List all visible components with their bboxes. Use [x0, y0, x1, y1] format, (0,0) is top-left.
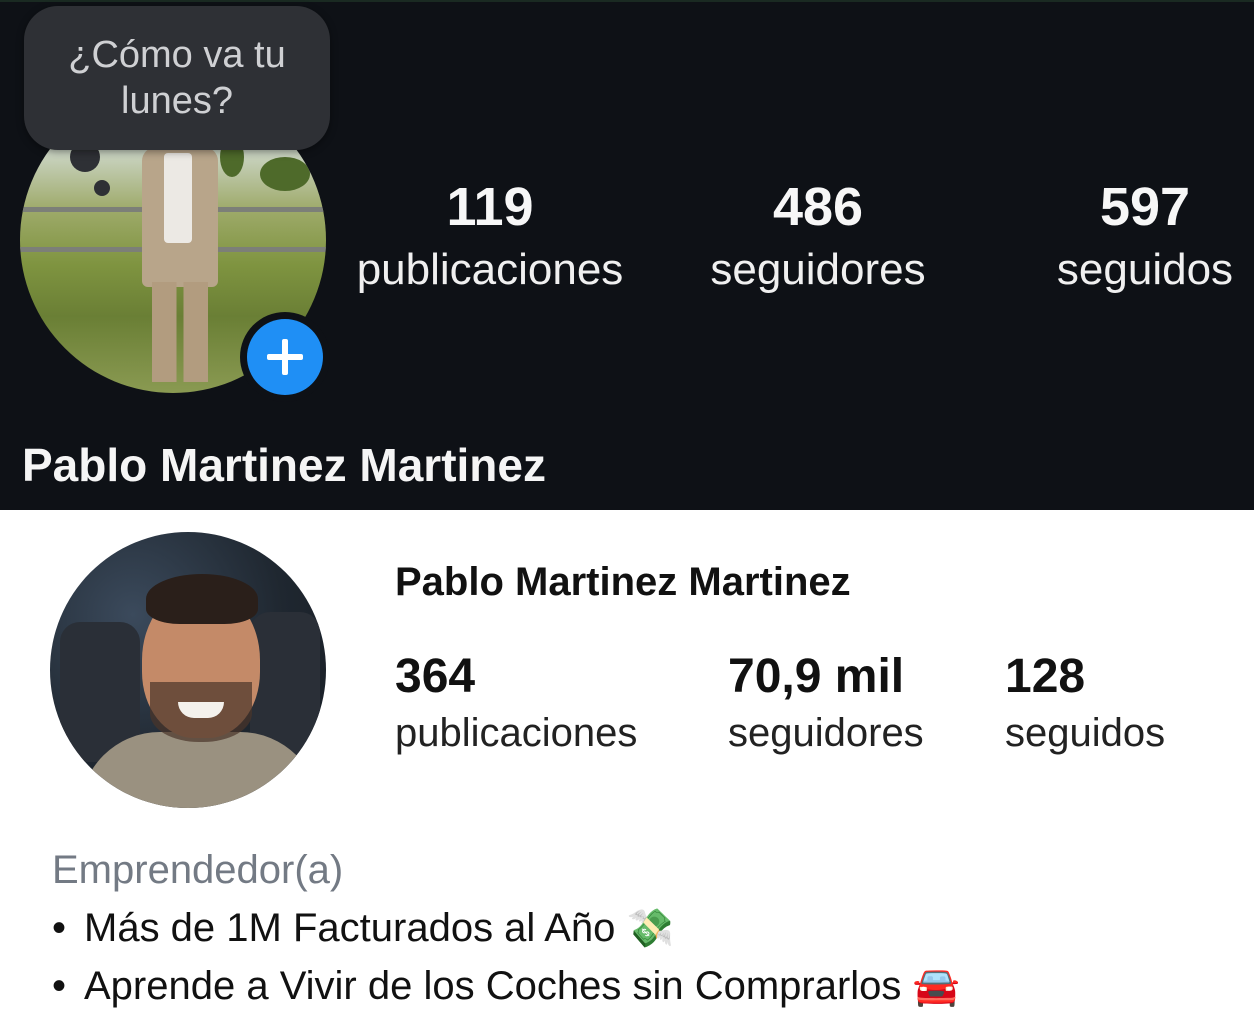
add-story-button[interactable]	[240, 312, 330, 402]
note-text: ¿Cómo va tu lunes?	[68, 34, 286, 122]
bio-line: • Más de 1M Facturados al Año 💸	[52, 906, 674, 951]
plus-icon[interactable]	[247, 319, 323, 395]
followers-count: 486	[772, 177, 864, 237]
posts-label: publicaciones	[356, 245, 624, 294]
following-count: 597	[1099, 177, 1191, 237]
bio-line: • Aprende a Vivir de los Coches sin Compr…	[52, 964, 960, 1009]
note-bubble-tail	[94, 180, 110, 196]
bio-text: Más de 1M Facturados al Año	[84, 906, 616, 950]
profile-category: Emprendedor(a)	[52, 848, 344, 892]
profile-note-bubble[interactable]: ¿Cómo va tu lunes?	[24, 6, 330, 150]
profile-name: Pablo Martinez Martinez	[395, 560, 851, 604]
followers-label: seguidores	[710, 245, 926, 294]
stat-followers[interactable]: 70,9 mil seguidores	[728, 648, 924, 760]
dark-profile-header: ¿Cómo va tu lunes? 119 publicaciones 486…	[0, 0, 1254, 510]
following-label: seguidos	[1056, 245, 1234, 294]
person-hair	[146, 574, 258, 624]
bio-bullet: •	[52, 964, 67, 1008]
followers-count: 70,9 mil	[728, 650, 905, 703]
stat-followers[interactable]: 486 seguidores	[680, 172, 956, 298]
stat-following[interactable]: 128 seguidos	[1005, 648, 1165, 760]
followers-label: seguidores	[728, 711, 924, 755]
posts-count: 119	[446, 177, 534, 237]
person-shirt	[164, 153, 192, 243]
following-label: seguidos	[1005, 711, 1166, 755]
stat-posts[interactable]: 364 publicaciones	[395, 648, 637, 760]
stat-following[interactable]: 597 seguidos	[1036, 172, 1254, 298]
car-icon: 🚘	[912, 964, 960, 1008]
posts-label: publicaciones	[395, 711, 638, 755]
person-legs	[152, 282, 208, 382]
bio-text: Aprende a Vivir de los Coches sin Compra…	[84, 964, 902, 1008]
stat-posts[interactable]: 119 publicaciones	[340, 172, 640, 298]
profile-name: Pablo Martinez Martinez	[22, 439, 546, 491]
posts-count: 364	[395, 650, 476, 703]
following-count: 128	[1005, 650, 1086, 703]
profile-avatar[interactable]	[50, 532, 326, 808]
tree-decoration	[260, 157, 310, 191]
money-with-wings-icon: 💸	[626, 906, 674, 950]
light-profile-header: Pablo Martinez Martinez 364 publicacione…	[0, 510, 1254, 1022]
bio-bullet: •	[52, 906, 67, 950]
